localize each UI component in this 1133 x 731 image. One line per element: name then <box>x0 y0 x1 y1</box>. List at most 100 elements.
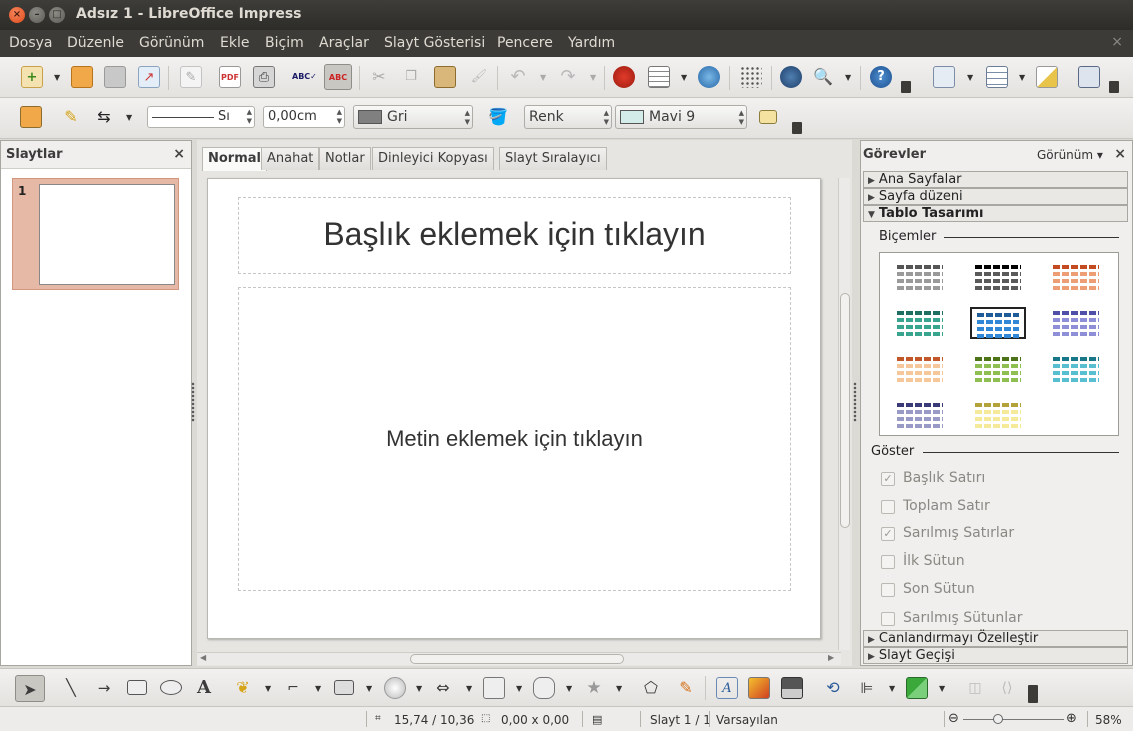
menu-pencere[interactable]: Pencere <box>497 35 553 51</box>
tab-normal[interactable]: Normal <box>202 147 267 171</box>
slideshow-icon[interactable] <box>1078 66 1100 88</box>
table-style-yellow[interactable] <box>970 399 1026 431</box>
slide-canvas[interactable]: Başlık eklemek için tıklayın Metin eklem… <box>207 178 821 639</box>
paste-icon[interactable] <box>434 66 456 88</box>
basic-shapes-dropdown-icon[interactable]: ▼ <box>366 684 372 693</box>
vertical-scrollbar[interactable] <box>838 178 850 650</box>
hyperlink-icon[interactable] <box>698 66 720 88</box>
points-icon[interactable]: ⬠ <box>640 677 662 699</box>
line-tool-icon[interactable]: ╲ <box>60 677 82 699</box>
table-style-teal-green[interactable] <box>892 307 948 339</box>
open-folder-icon[interactable] <box>71 66 93 88</box>
table-style-black[interactable] <box>970 261 1026 293</box>
symbol-shapes-icon[interactable] <box>384 677 406 699</box>
table-icon[interactable] <box>648 66 670 88</box>
table-style-orange[interactable] <box>892 353 948 385</box>
menu-gorunum[interactable]: Görünüm <box>139 35 204 51</box>
tasks-view-menu[interactable]: Görünüm ▾ <box>1037 148 1103 162</box>
export-pdf-icon[interactable]: PDF <box>219 66 241 88</box>
line-icon[interactable]: ✎ <box>60 106 82 128</box>
menu-dosya[interactable]: Dosya <box>9 35 53 51</box>
callouts-dropdown-icon[interactable]: ▼ <box>566 684 572 693</box>
grid-icon[interactable] <box>740 66 762 88</box>
gallery-icon[interactable] <box>781 677 803 699</box>
zoom-dropdown-icon[interactable]: ▼ <box>845 73 851 82</box>
line-width-input[interactable]: 0,00cm ▲ ▼ <box>263 106 345 128</box>
zoom-slider-track[interactable] <box>963 719 1064 720</box>
maximize-window-button[interactable]: □ <box>49 7 65 23</box>
interaction-icon[interactable]: ⟨⟩ <box>996 677 1018 699</box>
scroll-left-icon[interactable]: ◀ <box>200 653 206 662</box>
tab-notlar[interactable]: Notlar <box>319 147 371 170</box>
tasks-pane-close-icon[interactable]: × <box>1114 146 1126 162</box>
slide-thumbnail[interactable]: 1 <box>12 178 179 290</box>
menu-ekle[interactable]: Ekle <box>220 35 249 51</box>
toolbar-overflow-icon[interactable] <box>1028 685 1038 703</box>
table-style-olive-green[interactable] <box>970 353 1026 385</box>
menu-duzenle[interactable]: Düzenle <box>67 35 124 51</box>
arrow-style-dropdown-icon[interactable]: ▼ <box>126 113 132 122</box>
new-dropdown-icon[interactable]: ▼ <box>54 73 60 82</box>
rectangle-tool-icon[interactable] <box>127 680 147 695</box>
checkbox-baslik-satiri[interactable]: ✓ <box>881 472 895 486</box>
undo-icon[interactable]: ↶ <box>507 66 529 88</box>
scroll-right-icon[interactable]: ▶ <box>828 653 834 662</box>
table-style-orange-red[interactable] <box>1048 261 1104 293</box>
zoom-icon[interactable]: 🔍 <box>812 66 834 88</box>
toolbar-overflow-icon[interactable] <box>792 122 802 134</box>
line-style-select[interactable]: Sı ▲ ▼ <box>147 106 255 128</box>
section-tablo-tasarimi[interactable]: ▼ Tablo Tasarımı <box>863 205 1128 222</box>
block-arrows-icon[interactable]: ⇔ <box>432 677 454 699</box>
styles-formatting-icon[interactable] <box>20 106 42 128</box>
redo-dropdown-icon[interactable]: ▼ <box>590 73 596 82</box>
toolbar-overflow-icon[interactable] <box>1109 81 1119 93</box>
undo-dropdown-icon[interactable]: ▼ <box>540 73 546 82</box>
toolbar-overflow-icon[interactable] <box>901 81 911 93</box>
table-style-gray[interactable] <box>892 261 948 293</box>
section-canlandirmayi-ozellestir[interactable]: ▶ Canlandırmayı Özelleştir <box>863 630 1128 647</box>
table-style-navy[interactable] <box>892 399 948 431</box>
glue-points-icon[interactable]: ✎ <box>675 677 697 699</box>
align-dropdown-icon[interactable]: ▼ <box>889 684 895 693</box>
stars-dropdown-icon[interactable]: ▼ <box>616 684 622 693</box>
arrange-icon[interactable] <box>906 677 928 699</box>
checkbox-sarilmis-sutunlar[interactable] <box>881 612 895 626</box>
help-icon[interactable]: ? <box>870 66 892 88</box>
close-document-icon[interactable]: × <box>1111 34 1123 50</box>
stars-icon[interactable]: ★ <box>583 677 605 699</box>
menu-bicim[interactable]: Biçim <box>265 35 304 51</box>
line-arrow-tool-icon[interactable]: → <box>93 677 115 699</box>
right-splitter-handle[interactable] <box>853 382 857 422</box>
align-icon[interactable]: ⊫ <box>856 677 878 699</box>
print-icon[interactable]: ⎙ <box>253 66 275 88</box>
connector-dropdown-icon[interactable]: ▼ <box>315 684 321 693</box>
slide-design-icon[interactable] <box>1036 66 1058 88</box>
zoom-in-icon[interactable]: ⊕ <box>1066 711 1077 726</box>
fontwork-icon[interactable]: A <box>716 677 738 699</box>
close-window-button[interactable]: × <box>9 7 25 23</box>
navigator-icon[interactable] <box>780 66 802 88</box>
area-icon[interactable]: 🪣 <box>487 106 509 128</box>
symbol-shapes-dropdown-icon[interactable]: ▼ <box>416 684 422 693</box>
left-splitter-handle[interactable] <box>191 382 195 422</box>
checkbox-son-sutun[interactable] <box>881 583 895 597</box>
tab-dinleyici-kopyasi[interactable]: Dinleyici Kopyası <box>372 147 494 170</box>
flowchart-icon[interactable] <box>483 677 505 699</box>
horizontal-scroll-thumb[interactable] <box>410 654 624 664</box>
slide-layout-icon[interactable] <box>986 66 1008 88</box>
line-color-select[interactable]: Gri ▲ ▼ <box>353 105 473 129</box>
menu-araclar[interactable]: Araçlar <box>319 35 369 51</box>
tab-slayt-siralayici[interactable]: Slayt Sıralayıcı <box>499 147 607 170</box>
minimize-window-button[interactable]: – <box>29 7 45 23</box>
section-slayt-gecisi[interactable]: ▶ Slayt Geçişi <box>863 647 1128 664</box>
ellipse-tool-icon[interactable] <box>160 680 182 695</box>
zoom-slider-knob[interactable] <box>993 714 1004 724</box>
autospellcheck-icon[interactable]: ABC <box>324 64 352 90</box>
horizontal-scrollbar[interactable]: ◀ ▶ <box>197 652 841 665</box>
table-style-cyan[interactable] <box>1048 353 1104 385</box>
basic-shapes-icon[interactable] <box>334 680 354 695</box>
select-arrow-icon[interactable]: ➤ <box>15 675 45 702</box>
rotate-icon[interactable]: ⟲ <box>822 677 844 699</box>
layout-dropdown-icon[interactable]: ▼ <box>1019 73 1025 82</box>
tab-anahat[interactable]: Anahat <box>261 147 320 170</box>
